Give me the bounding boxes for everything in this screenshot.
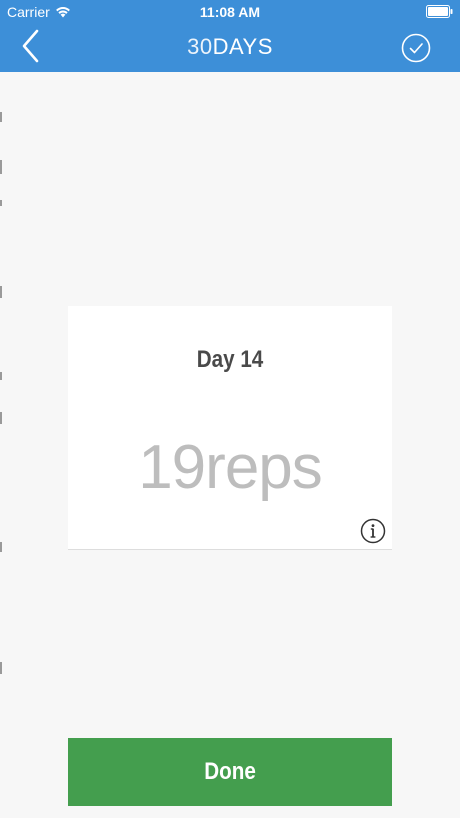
page-title: 30DAYS xyxy=(0,33,460,61)
check-circle-icon xyxy=(401,33,431,63)
status-bar: Carrier 11:08 AM xyxy=(0,0,460,24)
page-title-word: DAYS xyxy=(212,34,273,59)
left-edge-markers xyxy=(0,72,3,818)
top-bar: Carrier 11:08 AM 30DAYS xyxy=(0,0,460,72)
reps-count: 19 xyxy=(138,433,206,502)
confirm-button[interactable] xyxy=(401,33,431,63)
info-button[interactable] xyxy=(360,518,386,544)
reps-unit: reps xyxy=(205,433,323,502)
day-label: Day 14 xyxy=(196,346,264,373)
info-circle-icon xyxy=(360,518,386,544)
done-button[interactable]: Done xyxy=(68,738,392,806)
battery-icon xyxy=(426,5,453,18)
exercise-card: Day 14 19reps xyxy=(68,306,392,550)
done-button-label: Done xyxy=(204,758,256,785)
status-time: 11:08 AM xyxy=(199,4,261,20)
page-title-number: 30 xyxy=(187,34,213,59)
reps-display: 19reps xyxy=(68,434,392,502)
